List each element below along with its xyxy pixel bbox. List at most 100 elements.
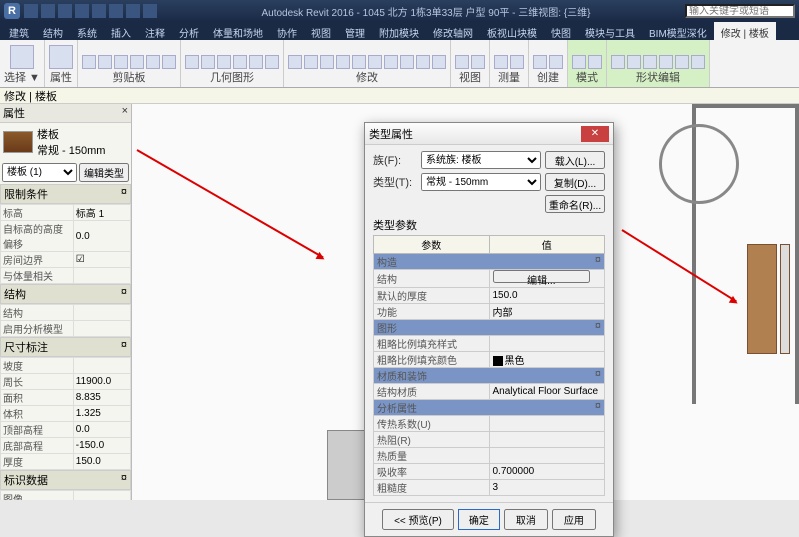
family-select[interactable]: 系统族: 楼板: [421, 151, 541, 169]
edit-type-button[interactable]: 编辑类型: [79, 163, 129, 182]
table-row[interactable]: 启用分析模型: [1, 321, 131, 337]
preview-button[interactable]: << 预览(P): [382, 509, 454, 530]
table-row[interactable]: 坡度: [1, 358, 131, 374]
table-row[interactable]: 厚度150.0: [1, 454, 131, 470]
prop-group-header[interactable]: 尺寸标注¤: [0, 337, 131, 357]
ribbon-button[interactable]: [494, 55, 508, 69]
table-row[interactable]: 默认的厚度150.0: [374, 288, 605, 304]
qat-btn[interactable]: [24, 4, 38, 18]
ribbon-button[interactable]: [533, 55, 547, 69]
table-row[interactable]: 房间边界☑: [1, 252, 131, 268]
param-category[interactable]: 图形 ¤: [374, 320, 605, 336]
ribbon-button[interactable]: [416, 55, 430, 69]
ribbon-button[interactable]: [130, 55, 144, 69]
qat-btn[interactable]: [75, 4, 89, 18]
rename-button[interactable]: 重命名(R)...: [545, 195, 605, 213]
ribbon-button[interactable]: [400, 55, 414, 69]
ribbon-button[interactable]: [611, 55, 625, 69]
qat-btn[interactable]: [126, 4, 140, 18]
tab-0[interactable]: 建筑: [2, 22, 36, 40]
edit-structure-button[interactable]: 编辑...: [493, 270, 591, 283]
ribbon-button[interactable]: [82, 55, 96, 69]
qat-btn[interactable]: [143, 4, 157, 18]
table-row[interactable]: 底部高程-150.0: [1, 438, 131, 454]
table-row[interactable]: 热阻(R): [374, 432, 605, 448]
tab-13[interactable]: 快图: [544, 22, 578, 40]
tab-16[interactable]: 修改 | 楼板: [714, 22, 776, 40]
ribbon-button[interactable]: [288, 55, 302, 69]
tab-3[interactable]: 插入: [104, 22, 138, 40]
param-category[interactable]: 材质和装饰 ¤: [374, 368, 605, 384]
table-row[interactable]: 粗略比例填充样式: [374, 336, 605, 352]
ribbon-button[interactable]: [659, 55, 673, 69]
tab-15[interactable]: BIM模型深化: [642, 22, 714, 40]
table-row[interactable]: 粗糙度3: [374, 480, 605, 496]
tab-11[interactable]: 修改轴网: [426, 22, 480, 40]
duplicate-button[interactable]: 复制(D)...: [545, 173, 605, 191]
ribbon-button[interactable]: [352, 55, 366, 69]
tab-8[interactable]: 视图: [304, 22, 338, 40]
ribbon-button[interactable]: [336, 55, 350, 69]
ribbon-button[interactable]: [627, 55, 641, 69]
ribbon-button[interactable]: [217, 55, 231, 69]
ribbon-button[interactable]: [549, 55, 563, 69]
load-button[interactable]: 载入(L)...: [545, 151, 605, 169]
instance-selector[interactable]: 楼板 (1): [2, 163, 77, 182]
table-row[interactable]: 热质量: [374, 448, 605, 464]
qat-btn[interactable]: [109, 4, 123, 18]
prop-group-header[interactable]: 结构¤: [0, 284, 131, 304]
table-row[interactable]: 顶部高程0.0: [1, 422, 131, 438]
cancel-button[interactable]: 取消: [504, 509, 548, 530]
ribbon-button[interactable]: [643, 55, 657, 69]
table-row[interactable]: 结构材质Analytical Floor Surface: [374, 384, 605, 400]
ribbon-button[interactable]: [114, 55, 128, 69]
table-row[interactable]: 功能内部: [374, 304, 605, 320]
ok-button[interactable]: 确定: [458, 509, 500, 530]
tab-9[interactable]: 管理: [338, 22, 372, 40]
dialog-titlebar[interactable]: 类型属性 ✕: [365, 123, 613, 145]
tab-14[interactable]: 模块与工具: [578, 22, 642, 40]
ribbon-button[interactable]: [146, 55, 160, 69]
tab-7[interactable]: 协作: [270, 22, 304, 40]
qat-btn[interactable]: [58, 4, 72, 18]
ribbon-button[interactable]: [384, 55, 398, 69]
type-select[interactable]: 常规 - 150mm: [421, 173, 541, 191]
param-category[interactable]: 构造 ¤: [374, 254, 605, 270]
ribbon-button[interactable]: [201, 55, 215, 69]
ribbon-button[interactable]: [510, 55, 524, 69]
tab-5[interactable]: 分析: [172, 22, 206, 40]
param-category[interactable]: 分析属性 ¤: [374, 400, 605, 416]
tab-12[interactable]: 板视山块模: [480, 22, 544, 40]
ribbon-button[interactable]: [304, 55, 318, 69]
table-row[interactable]: 与体量相关: [1, 268, 131, 284]
prop-group-header[interactable]: 标识数据¤: [0, 470, 131, 490]
close-icon[interactable]: ×: [122, 105, 128, 121]
ribbon-button[interactable]: [432, 55, 446, 69]
search-input[interactable]: [685, 4, 795, 18]
table-row[interactable]: 结构: [1, 305, 131, 321]
ribbon-button[interactable]: [320, 55, 334, 69]
prop-group-header[interactable]: 限制条件¤: [0, 184, 131, 204]
ribbon-button[interactable]: [588, 55, 602, 69]
ribbon-button[interactable]: [675, 55, 689, 69]
table-row[interactable]: 吸收率0.700000: [374, 464, 605, 480]
table-row[interactable]: 结构编辑...: [374, 270, 605, 288]
ribbon-button[interactable]: [265, 55, 279, 69]
ribbon-button[interactable]: [49, 45, 73, 69]
table-row[interactable]: 粗略比例填充颜色黑色: [374, 352, 605, 368]
table-row[interactable]: 传热系数(U): [374, 416, 605, 432]
ribbon-button[interactable]: [233, 55, 247, 69]
close-button[interactable]: ✕: [581, 126, 609, 142]
tab-4[interactable]: 注释: [138, 22, 172, 40]
table-row[interactable]: 周长11900.0: [1, 374, 131, 390]
ribbon-button[interactable]: [249, 55, 263, 69]
table-row[interactable]: 自标高的高度偏移0.0: [1, 221, 131, 252]
tab-6[interactable]: 体量和场地: [206, 22, 270, 40]
table-row[interactable]: 体积1.325: [1, 406, 131, 422]
tab-10[interactable]: 附加模块: [372, 22, 426, 40]
ribbon-button[interactable]: [98, 55, 112, 69]
apply-button[interactable]: 应用: [552, 509, 596, 530]
ribbon-button[interactable]: [368, 55, 382, 69]
ribbon-button[interactable]: [471, 55, 485, 69]
table-row[interactable]: 标高标高 1: [1, 205, 131, 221]
